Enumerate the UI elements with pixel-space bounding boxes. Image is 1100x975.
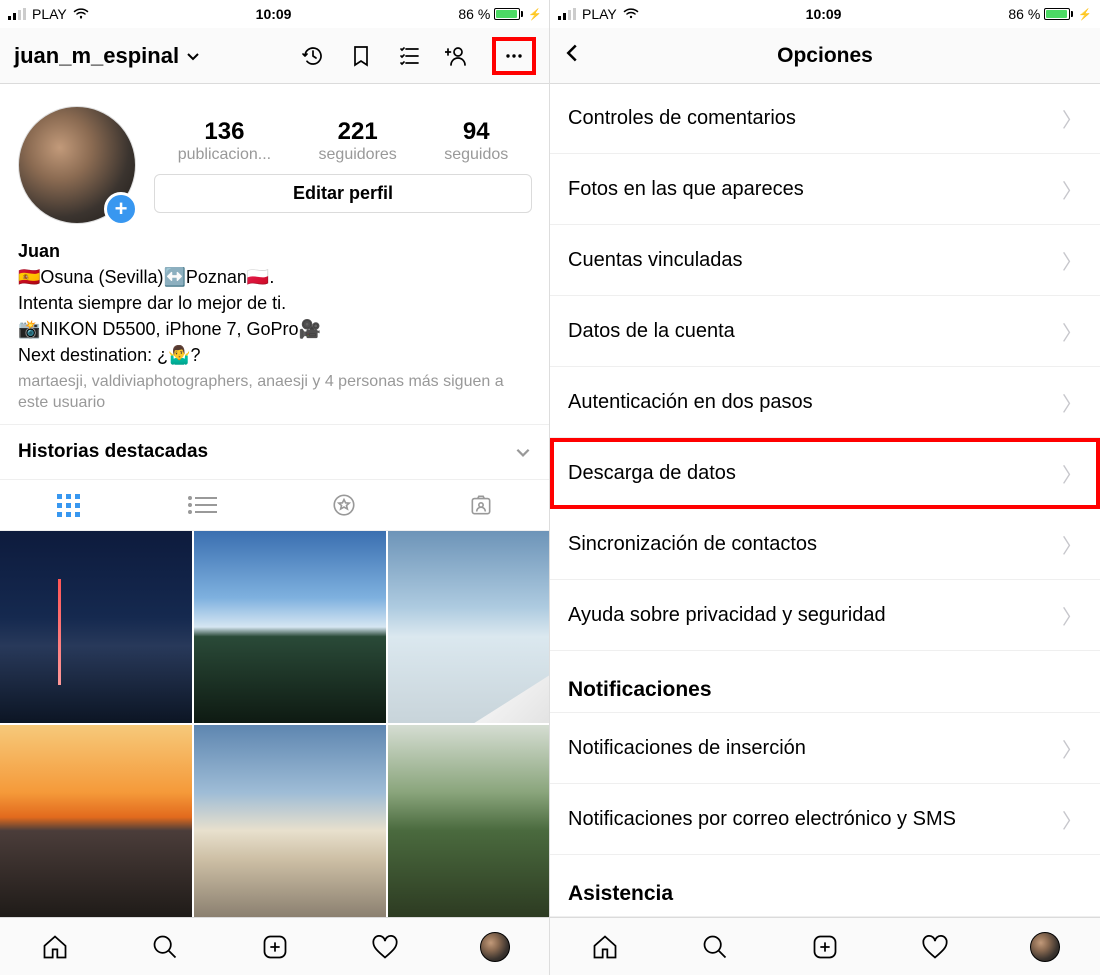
profile-avatar[interactable]: + [18,106,136,224]
chevron-right-icon: 〉 [1062,388,1082,417]
tab-tagged[interactable] [413,480,551,530]
stat-followers[interactable]: 221 seguidores [319,118,397,164]
bio-line: Intenta siempre dar lo mejor de ti. [18,290,532,316]
battery-percent: 86 % [458,6,490,22]
option-account-data[interactable]: Datos de la cuenta〉 [550,296,1100,367]
bottom-tab-bar [0,917,550,975]
phone-left-profile: PLAY 10:09 86 % ⚡ juan_m_espinal + [0,0,550,975]
bio-line: 🇪🇸Osuna (Sevilla)↔️Poznan🇵🇱. [18,264,532,290]
option-privacy-help[interactable]: Ayuda sobre privacidad y seguridad〉 [550,580,1100,651]
followed-by-note: martaesji, valdiviaphotographers, anaesj… [18,372,532,414]
chevron-right-icon: 〉 [1062,530,1082,559]
tab-home[interactable] [590,932,620,962]
add-story-icon[interactable]: + [104,192,138,226]
chevron-right-icon: 〉 [1062,317,1082,346]
post-thumbnail[interactable] [388,531,550,723]
signal-bars-icon [558,8,576,20]
signal-bars-icon [8,8,26,20]
profile-header: + 136 publicacion... 221 seguidores 94 s… [0,84,550,232]
username-dropdown[interactable]: juan_m_espinal [14,43,292,69]
avatar-icon [480,932,510,962]
post-thumbnail[interactable] [388,725,550,917]
posts-grid [0,531,550,917]
page-title: Opciones [777,44,873,68]
edit-profile-button[interactable]: Editar perfil [154,174,532,213]
option-two-factor-auth[interactable]: Autenticación en dos pasos〉 [550,367,1100,438]
avatar-icon [1030,932,1060,962]
chevron-down-icon [514,443,532,461]
tab-new-post[interactable] [810,932,840,962]
chevron-right-icon: 〉 [1062,601,1082,630]
chevron-right-icon: 〉 [1062,459,1082,488]
tab-search[interactable] [700,932,730,962]
tab-profile[interactable] [480,932,510,962]
battery-icon [494,8,523,20]
battery-percent: 86 % [1008,6,1040,22]
archive-icon[interactable] [300,43,326,69]
stat-posts[interactable]: 136 publicacion... [178,118,271,164]
option-push-notifications[interactable]: Notificaciones de inserción〉 [550,713,1100,784]
section-assistance: Asistencia [550,855,1100,917]
profile-bio: Juan 🇪🇸Osuna (Sevilla)↔️Poznan🇵🇱. Intent… [0,232,550,424]
chevron-right-icon: 〉 [1062,805,1082,834]
chevron-right-icon: 〉 [1062,246,1082,275]
post-thumbnail[interactable] [0,725,192,917]
tab-profile[interactable] [1030,932,1060,962]
bio-line: Next destination: ¿🤷‍♂️? [18,342,532,368]
options-list[interactable]: Controles de comentarios〉 Fotos en las q… [550,84,1100,917]
tab-home[interactable] [40,932,70,962]
chevron-right-icon: 〉 [1062,104,1082,133]
tab-grid[interactable] [0,480,138,530]
story-highlights-toggle[interactable]: Historias destacadas [0,424,550,479]
status-time: 10:09 [806,6,842,22]
section-notifications: Notificaciones [550,651,1100,713]
tab-search[interactable] [150,932,180,962]
stat-following[interactable]: 94 seguidos [444,118,508,164]
post-thumbnail[interactable] [194,725,386,917]
option-download-data[interactable]: Descarga de datos〉 [550,438,1100,509]
tab-activity[interactable] [920,932,950,962]
battery-icon [1044,8,1073,20]
option-email-sms-notifications[interactable]: Notificaciones por correo electrónico y … [550,784,1100,855]
bottom-tab-bar [550,917,1100,975]
status-bar: PLAY 10:09 86 % ⚡ [550,0,1100,28]
option-contact-sync[interactable]: Sincronización de contactos〉 [550,509,1100,580]
options-navbar: Opciones [550,28,1100,84]
carrier-label: PLAY [582,6,617,22]
option-linked-accounts[interactable]: Cuentas vinculadas〉 [550,225,1100,296]
tab-list[interactable] [138,480,276,530]
chevron-right-icon: 〉 [1062,175,1082,204]
post-thumbnail[interactable] [0,531,192,723]
option-photos-of-you[interactable]: Fotos en las que apareces〉 [550,154,1100,225]
options-more-icon[interactable] [492,37,536,75]
profile-navbar: juan_m_espinal [0,28,550,84]
bio-name: Juan [18,238,532,264]
tab-favorites[interactable] [275,480,413,530]
status-bar: PLAY 10:09 86 % ⚡ [0,0,550,28]
discover-people-icon[interactable] [444,43,470,69]
bookmark-icon[interactable] [348,43,374,69]
username-text: juan_m_espinal [14,43,179,69]
charging-icon: ⚡ [1078,8,1092,21]
post-thumbnail[interactable] [194,531,386,723]
tab-new-post[interactable] [260,932,290,962]
chevron-right-icon: 〉 [1062,734,1082,763]
phone-right-options: PLAY 10:09 86 % ⚡ Opciones Controles de … [550,0,1100,975]
option-comment-controls[interactable]: Controles de comentarios〉 [550,84,1100,154]
list-menu-icon[interactable] [396,43,422,69]
wifi-icon [73,6,89,22]
highlights-title: Historias destacadas [18,441,208,463]
profile-view-tabs [0,479,550,531]
chevron-down-icon [185,48,201,64]
tab-activity[interactable] [370,932,400,962]
wifi-icon [623,6,639,22]
charging-icon: ⚡ [528,8,542,21]
back-button[interactable] [562,43,582,68]
carrier-label: PLAY [32,6,67,22]
status-time: 10:09 [256,6,292,22]
bio-line: 📸NIKON D5500, iPhone 7, GoPro🎥 [18,316,532,342]
